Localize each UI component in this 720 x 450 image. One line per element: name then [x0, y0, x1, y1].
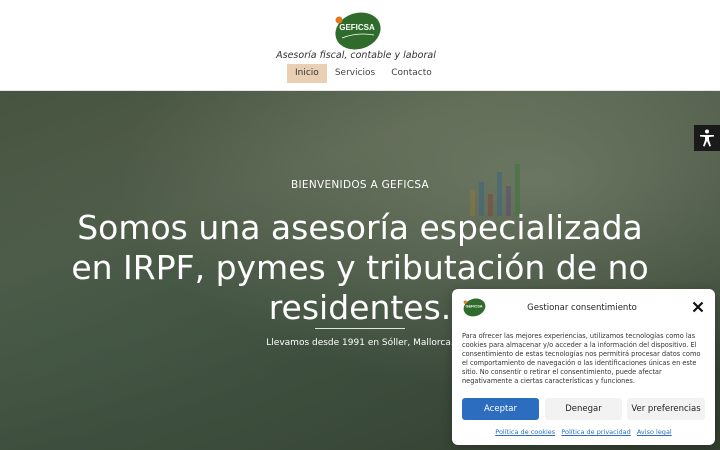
privacy-policy-link[interactable]: Política de privacidad — [561, 428, 631, 436]
accessibility-icon — [700, 129, 714, 147]
geficsa-logo[interactable]: GEFICSA — [330, 8, 384, 52]
tagline: Asesoría fiscal, contable y laboral — [276, 50, 436, 61]
cookie-policy-link[interactable]: Política de cookies — [495, 428, 555, 436]
close-icon[interactable] — [692, 301, 704, 313]
preferences-button[interactable]: Ver preferencias — [627, 398, 705, 420]
site-header: GEFICSA Asesoría fiscal, contable y labo… — [0, 0, 720, 91]
nav-item-servicios[interactable]: Servicios — [327, 64, 383, 83]
hero-pretitle: BIENVENIDOS A GEFICSA — [290, 179, 429, 191]
nav-item-inicio[interactable]: Inicio — [287, 64, 327, 83]
accept-button[interactable]: Aceptar — [462, 398, 539, 420]
main-nav: Inicio Servicios Contacto — [287, 64, 440, 83]
geficsa-logo-small: GEFICSA — [463, 298, 486, 317]
cookie-dialog-text: Para ofrecer las mejores experiencias, u… — [462, 332, 701, 385]
svg-text:GEFICSA: GEFICSA — [465, 304, 482, 308]
hero-divider — [315, 328, 405, 329]
deny-button[interactable]: Denegar — [545, 398, 622, 420]
svg-text:GEFICSA: GEFICSA — [339, 23, 375, 32]
cookie-consent-dialog: GEFICSA Gestionar consentimiento Para of… — [452, 289, 715, 445]
cookie-policy-links: Política de cookies Política de privacid… — [452, 428, 715, 436]
accessibility-button[interactable] — [694, 125, 720, 151]
cookie-dialog-title: Gestionar consentimiento — [527, 303, 637, 313]
nav-item-contacto[interactable]: Contacto — [383, 64, 440, 83]
legal-notice-link[interactable]: Aviso legal — [637, 428, 672, 436]
